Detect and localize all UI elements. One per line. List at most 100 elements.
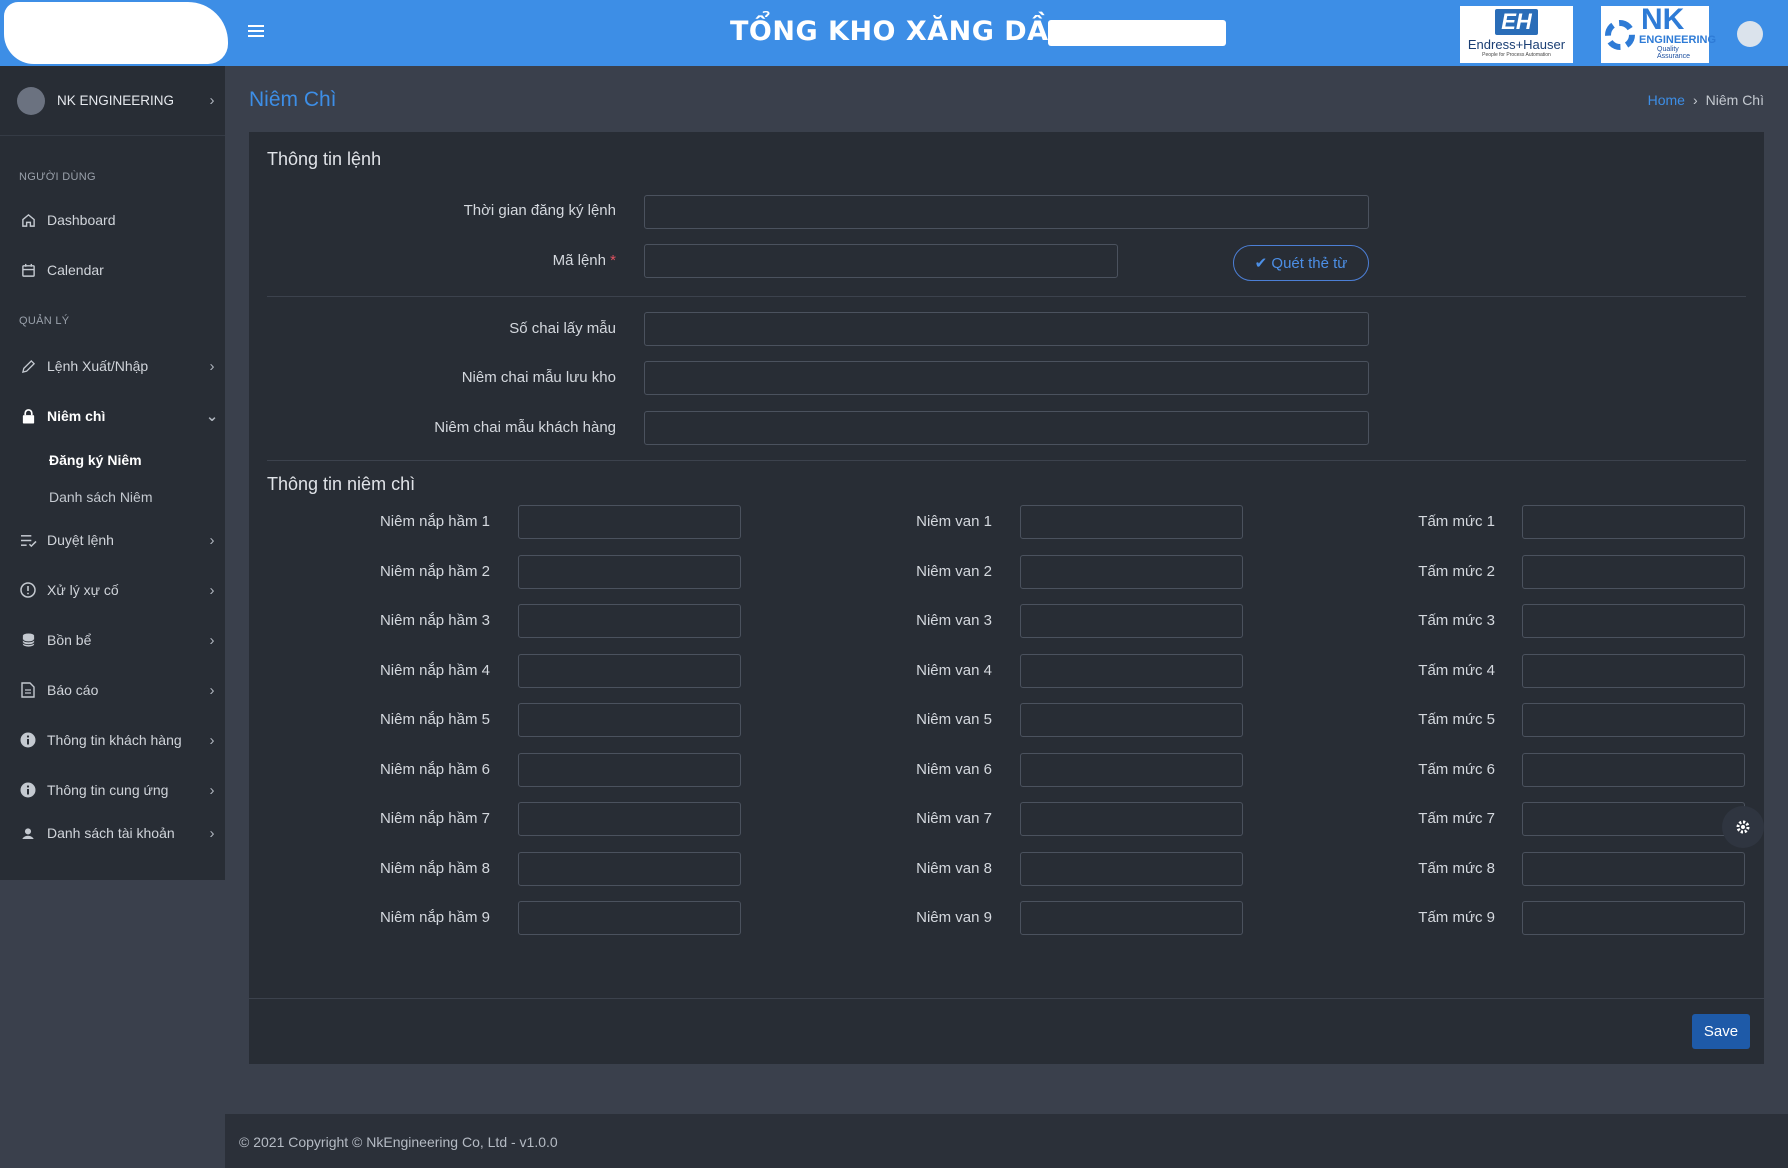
niem-nap-ham-input-6[interactable] (518, 752, 741, 787)
ma-lenh-label-text: Mã lệnh (552, 252, 606, 269)
tam-muc-input-1[interactable] (1522, 505, 1745, 539)
niem-chai-luu-kho-input[interactable] (644, 361, 1369, 395)
field-label-thoi-gian: Thời gian đăng ký lệnh (463, 202, 616, 219)
niem-van-input-4[interactable] (1020, 653, 1243, 688)
ma-lenh-input[interactable] (644, 244, 1118, 278)
tam-muc-input-7[interactable] (1522, 802, 1745, 836)
alert-circle-icon (19, 581, 37, 599)
lock-icon (19, 407, 37, 425)
footer: © 2021 Copyright © NkEngineering Co, Ltd… (225, 1114, 1788, 1168)
niem-nap-ham-label-6: Niêm nắp hầm 6 (379, 760, 490, 778)
niem-nap-ham-input-4[interactable] (518, 653, 741, 688)
niem-nap-ham-label-5: Niêm nắp hầm 5 (379, 711, 490, 728)
quet-the-tu-label: Quét thẻ từ (1271, 255, 1348, 272)
top-header: TỔNG KHO XĂNG DẦU EH Endress+Hauser Peop… (0, 0, 1788, 66)
niem-van-label-4: Niêm van 4 (916, 661, 992, 679)
niem-van-input-3[interactable] (1020, 604, 1243, 638)
niem-van-input-7[interactable] (1020, 802, 1243, 836)
profile-avatar (17, 86, 45, 115)
niem-van-input-2[interactable] (1020, 554, 1243, 589)
sidebar-label: Thông tin khách hàng (47, 732, 182, 748)
user-avatar[interactable] (1737, 21, 1763, 47)
niem-van-input-1[interactable] (1020, 505, 1243, 539)
niem-nap-ham-input-3[interactable] (518, 604, 741, 638)
sidebar-item-niem-chi[interactable]: Niêm chì ⌄ (0, 391, 225, 441)
thoi-gian-dang-ky-input[interactable] (644, 195, 1369, 229)
niem-nap-ham-input-8[interactable] (518, 851, 741, 886)
settings-gear-icon[interactable] (1722, 806, 1764, 848)
chevron-right-icon: › (209, 92, 215, 109)
sidebar-label: Thông tin cung ứng (47, 782, 169, 798)
tam-muc-label-4: Tấm mức 4 (1418, 661, 1495, 679)
tam-muc-label-7: Tấm mức 7 (1418, 810, 1495, 827)
sidebar-profile[interactable]: NK ENGINEERING › (0, 66, 225, 136)
so-chai-lay-mau-input[interactable] (644, 312, 1369, 346)
tam-muc-input-5[interactable] (1522, 703, 1745, 737)
eh-logo-name: Endress+Hauser (1467, 37, 1566, 52)
niem-nap-ham-label-7: Niêm nắp hầm 7 (379, 810, 490, 827)
card-footer-divider (249, 998, 1764, 999)
niem-nap-ham-input-1[interactable] (518, 505, 741, 539)
sidebar-item-danh-sach-tai-khoan[interactable]: Danh sách tài khoản › (0, 815, 225, 839)
niem-van-label-2: Niêm van 2 (916, 562, 992, 580)
sidebar-item-lenh[interactable]: Lệnh Xuất/Nhập › (0, 341, 225, 391)
niem-van-input-9[interactable] (1020, 901, 1243, 935)
sidebar-label: Calendar (47, 262, 104, 278)
sidebar-item-xu-ly-su-co[interactable]: Xử lý xự cố › (0, 565, 225, 615)
user-icon (19, 825, 37, 839)
sidebar-item-bon-be[interactable]: Bồn bể › (0, 615, 225, 665)
chevron-right-icon: › (209, 731, 215, 749)
title-redaction (1048, 20, 1226, 46)
niem-nap-ham-label-4: Niêm nắp hầm 4 (379, 661, 490, 679)
niem-van-input-8[interactable] (1020, 851, 1243, 886)
tam-muc-input-8[interactable] (1522, 851, 1745, 886)
sidebar-item-calendar[interactable]: Calendar (0, 245, 225, 295)
tam-muc-input-2[interactable] (1522, 554, 1745, 589)
sidebar-subitem-danh-sach-niem[interactable]: Danh sách Niêm (0, 478, 225, 515)
niem-nap-ham-input-5[interactable] (518, 703, 741, 737)
niem-nap-ham-input-7[interactable] (518, 802, 741, 836)
chevron-right-icon: › (209, 631, 215, 649)
niem-nap-ham-label-1: Niêm nắp hầm 1 (379, 513, 490, 530)
sidebar-label: Niêm chì (47, 408, 106, 424)
tam-muc-input-9[interactable] (1522, 901, 1745, 935)
sidebar-item-dashboard[interactable]: Dashboard (0, 195, 225, 245)
tam-muc-label-8: Tấm mức 8 (1418, 859, 1495, 877)
tam-muc-input-3[interactable] (1522, 604, 1745, 638)
niem-nap-ham-input-9[interactable] (518, 901, 741, 935)
field-label-so-chai: Số chai lấy mẫu (509, 320, 616, 337)
calendar-icon (19, 261, 37, 279)
tam-muc-input-6[interactable] (1522, 752, 1745, 787)
niem-van-input-6[interactable] (1020, 752, 1243, 787)
niem-van-label-8: Niêm van 8 (916, 859, 992, 877)
sidebar-item-thong-tin-cung-ung[interactable]: Thông tin cung ứng › (0, 765, 225, 815)
sidebar-label: Danh sách tài khoản (47, 825, 175, 839)
nk-logo-mark: NK (1641, 3, 1685, 36)
tam-muc-label-6: Tấm mức 6 (1418, 760, 1495, 778)
nk-logo-tagline: Quality Assurance (1657, 46, 1691, 60)
eh-logo-mark: EH (1495, 9, 1538, 35)
niem-nap-ham-input-2[interactable] (518, 554, 741, 589)
nk-logo-name: ENGINEERING (1639, 34, 1717, 46)
pencil-icon (19, 357, 37, 375)
sidebar-item-bao-cao[interactable]: Báo cáo › (0, 665, 225, 715)
sidebar-item-thong-tin-khach-hang[interactable]: Thông tin khách hàng › (0, 715, 225, 765)
field-label-luu-kho: Niêm chai mẫu lưu kho (461, 369, 616, 386)
required-marker: * (610, 252, 616, 269)
sidebar-subitem-dang-ky-niem[interactable]: Đăng ký Niêm (0, 441, 225, 478)
save-button[interactable]: Save (1692, 1014, 1750, 1049)
tam-muc-input-4[interactable] (1522, 653, 1745, 688)
niem-van-input-5[interactable] (1020, 703, 1243, 737)
chevron-down-icon: ⌄ (205, 408, 219, 425)
niem-chai-khach-hang-input[interactable] (644, 411, 1369, 445)
niem-van-label-9: Niêm van 9 (916, 909, 992, 926)
quet-the-tu-button[interactable]: ✔ Quét thẻ từ (1233, 245, 1369, 281)
eh-logo-tagline: People for Process Automation (1482, 52, 1551, 58)
chevron-right-icon: › (209, 531, 215, 549)
chevron-right-icon: › (209, 357, 215, 375)
niem-van-label-6: Niêm van 6 (916, 760, 992, 778)
breadcrumb-home-link[interactable]: Home (1648, 92, 1685, 108)
sidebar-item-duyet-lenh[interactable]: Duyệt lệnh › (0, 515, 225, 565)
endress-hauser-logo: EH Endress+Hauser People for Process Aut… (1460, 6, 1573, 63)
hamburger-icon[interactable] (248, 22, 268, 42)
